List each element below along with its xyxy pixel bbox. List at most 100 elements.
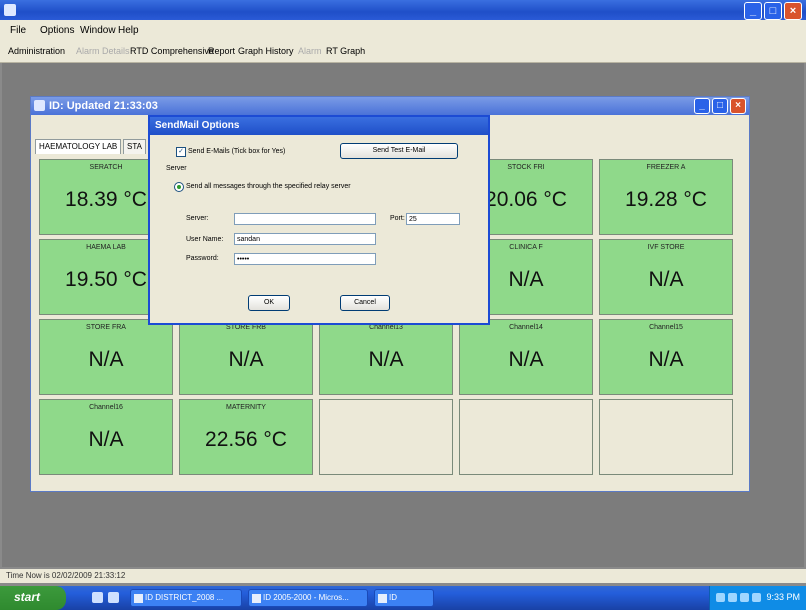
start-button[interactable]: start <box>0 586 66 610</box>
tray-icon[interactable] <box>728 593 737 602</box>
sensor-name: STORE FRB <box>226 324 266 331</box>
sensor-tile[interactable]: FREEZER A 19.28 °C <box>599 159 733 235</box>
status-bar: Time Now is 02/02/2009 21:33:12 <box>0 569 806 583</box>
toolbar-report[interactable]: Report <box>208 46 235 56</box>
server-input[interactable] <box>234 213 376 225</box>
tray-icon[interactable] <box>740 593 749 602</box>
quicklaunch-browser-icon[interactable] <box>108 592 119 603</box>
tab-sta[interactable]: STA <box>123 139 146 154</box>
quicklaunch-desktop-icon[interactable] <box>92 592 103 603</box>
status-text: Time Now is 02/02/2009 21:33:12 <box>6 571 126 580</box>
start-label: start <box>14 590 41 604</box>
menu-file[interactable]: File <box>10 25 26 36</box>
server-section-label: Server <box>166 165 187 172</box>
sensor-value: N/A <box>88 348 124 371</box>
task-label: ID 2005-2000 - Micros... <box>263 593 349 602</box>
task-icon <box>134 594 143 603</box>
clock: 9:33 PM <box>766 592 800 602</box>
send-test-email-button[interactable]: Send Test E-Mail <box>340 143 458 159</box>
task-label: ID DISTRICT_2008 ... <box>145 593 224 602</box>
send-email-label: Send E-Mails (Tick box for Yes) <box>188 148 286 155</box>
sensor-tile-empty <box>459 399 593 475</box>
password-label: Password: <box>186 255 219 262</box>
taskbar: start ID DISTRICT_2008 ... ID 2005-2000 … <box>0 586 806 610</box>
sensor-name: Channel13 <box>369 324 403 331</box>
sensor-value: N/A <box>228 348 264 371</box>
toolbar-rt-graph[interactable]: RT Graph <box>326 46 365 56</box>
frame-controls: _ □ × <box>694 98 746 114</box>
sensor-value: N/A <box>648 348 684 371</box>
sensor-name: Channel14 <box>509 324 543 331</box>
frame-minimize-icon[interactable]: _ <box>694 98 710 114</box>
sensor-value: 19.28 °C <box>625 188 707 211</box>
dialog-body: ✓ Send E-Mails (Tick box for Yes) Send T… <box>150 135 488 323</box>
toolbar-alarm-details[interactable]: Alarm Details <box>76 46 130 56</box>
sensor-tile[interactable]: STORE FRB N/A <box>179 319 313 395</box>
sensor-name: Channel15 <box>649 324 683 331</box>
username-input[interactable]: sandan <box>234 233 376 245</box>
sensor-value: N/A <box>88 428 124 451</box>
sensor-tile[interactable]: IVF STORE N/A <box>599 239 733 315</box>
frame-title-bar[interactable]: ID: Updated 21:33:03 _ □ × <box>31 97 749 115</box>
toolbar-graph-history[interactable]: Graph History <box>238 46 294 56</box>
task-item[interactable]: ID DISTRICT_2008 ... <box>130 589 242 607</box>
window-controls: _ □ × <box>744 2 802 20</box>
menu-bar: File Options Window Help <box>0 20 806 42</box>
toolbar-administration[interactable]: Administration <box>8 46 65 56</box>
username-label: User Name: <box>186 236 224 243</box>
dialog-title: SendMail Options <box>155 120 240 131</box>
server-label: Server: <box>186 215 209 222</box>
task-icon <box>378 594 387 603</box>
sensor-tile-empty <box>319 399 453 475</box>
app-icon <box>4 4 16 16</box>
sensor-tile[interactable]: Channel13 N/A <box>319 319 453 395</box>
send-all-label: Send all messages through the specified … <box>186 183 351 190</box>
sensor-value: N/A <box>368 348 404 371</box>
cancel-button[interactable]: Cancel <box>340 295 390 311</box>
task-label: ID <box>389 593 397 602</box>
frame-maximize-icon[interactable]: □ <box>712 98 728 114</box>
toolbar-rtd-comprehensive[interactable]: RTD Comprehensive <box>130 46 214 56</box>
task-item[interactable]: ID 2005-2000 - Micros... <box>248 589 368 607</box>
send-email-checkbox[interactable]: ✓ <box>176 147 186 157</box>
password-input[interactable]: ••••• <box>234 253 376 265</box>
task-item[interactable]: ID <box>374 589 434 607</box>
sensor-value: N/A <box>648 268 684 291</box>
sensor-tile[interactable]: STORE FRA N/A <box>39 319 173 395</box>
task-icon <box>252 594 261 603</box>
close-icon[interactable]: × <box>784 2 802 20</box>
sensor-name: STORE FRA <box>86 324 126 331</box>
sensor-name: MATERNITY <box>226 404 266 411</box>
system-tray: 9:33 PM <box>709 586 806 610</box>
sensor-name: Channel16 <box>89 404 123 411</box>
sensor-value: 22.56 °C <box>205 428 287 451</box>
dialog-title-bar[interactable]: SendMail Options <box>150 117 488 135</box>
sensor-tile[interactable]: Channel14 N/A <box>459 319 593 395</box>
tray-icon[interactable] <box>752 593 761 602</box>
ok-button[interactable]: OK <box>248 295 290 311</box>
minimize-icon[interactable]: _ <box>744 2 762 20</box>
frame-icon <box>34 100 45 111</box>
tab-haematology-lab[interactable]: HAEMATOLOGY LAB <box>35 139 122 154</box>
toolbar-alarm[interactable]: Alarm <box>298 46 322 56</box>
frame-close-icon[interactable]: × <box>730 98 746 114</box>
port-input[interactable]: 25 <box>406 213 460 225</box>
sensor-tile[interactable]: Channel16 N/A <box>39 399 173 475</box>
menu-window[interactable]: Window <box>80 25 116 36</box>
frame-title: ID: Updated 21:33:03 <box>49 100 158 112</box>
sensor-value: N/A <box>508 348 544 371</box>
menu-options[interactable]: Options <box>40 25 74 36</box>
sensor-tile[interactable]: MATERNITY 22.56 °C <box>179 399 313 475</box>
sensor-name: FREEZER A <box>646 164 686 171</box>
sensor-tile[interactable]: Channel15 N/A <box>599 319 733 395</box>
toolbar: Administration Alarm Details RTD Compreh… <box>0 42 806 63</box>
sendmail-dialog: SendMail Options ✓ Send E-Mails (Tick bo… <box>148 115 490 325</box>
sensor-name: IVF STORE <box>647 244 685 251</box>
port-label: Port: <box>390 215 405 222</box>
app-title-bar: _ □ × <box>0 0 806 20</box>
tray-icon[interactable] <box>716 593 725 602</box>
send-all-radio[interactable] <box>174 182 184 192</box>
menu-help[interactable]: Help <box>118 25 139 36</box>
maximize-icon[interactable]: □ <box>764 2 782 20</box>
sensor-tile-empty <box>599 399 733 475</box>
